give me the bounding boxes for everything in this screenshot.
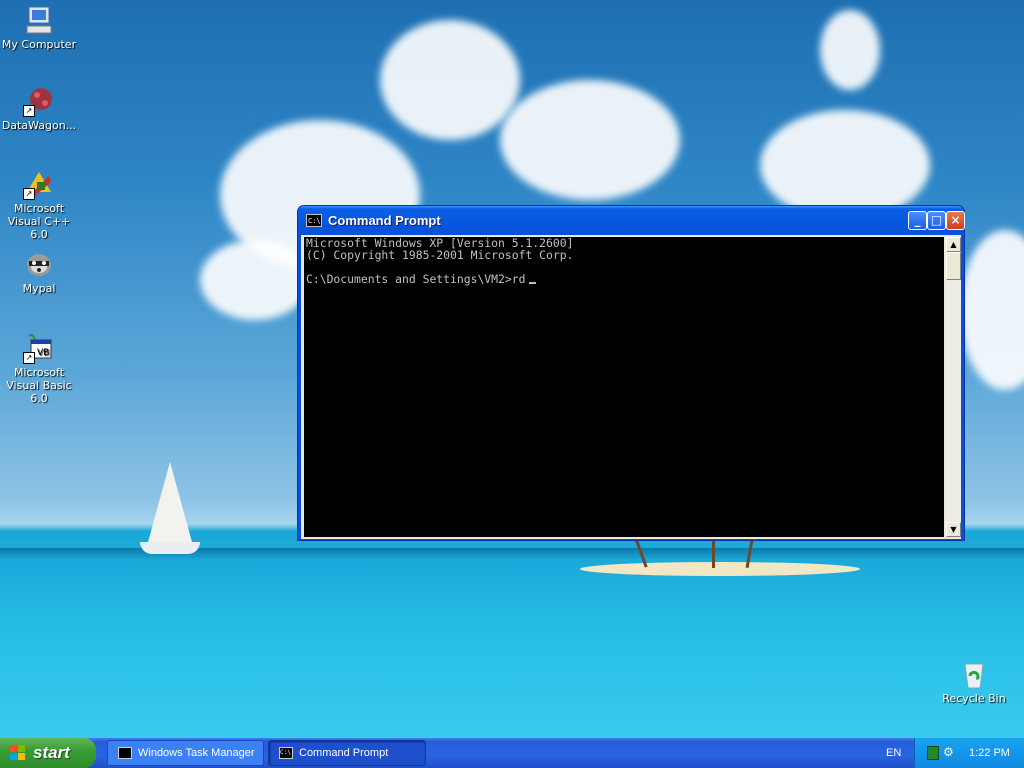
desktop-icon-datawagon[interactable]: ↗ DataWagon... xyxy=(0,85,79,132)
taskbar-item-label: Command Prompt xyxy=(299,747,389,759)
window-frame: Microsoft Windows XP [Version 5.1.2600] … xyxy=(301,235,961,539)
console-prompt-text: C:\Documents and Settings\VM2>rd xyxy=(306,272,526,286)
start-label: start xyxy=(33,743,70,762)
taskbar-item-task-manager[interactable]: Windows Task Manager xyxy=(107,740,264,766)
task-manager-icon xyxy=(118,747,132,759)
wallpaper-cloud xyxy=(960,230,1024,390)
palm-tree xyxy=(712,540,715,568)
desktop-icon-my-computer[interactable]: My Computer xyxy=(0,4,79,51)
desktop: My Computer ↗ DataWagon... ↗ Microsoft V… xyxy=(0,0,1024,738)
console-icon: C:\ xyxy=(306,214,322,227)
text-cursor xyxy=(529,282,537,284)
scroll-thumb[interactable] xyxy=(946,252,961,280)
command-prompt-window[interactable]: C:\ Command Prompt _ □ × Microsoft Windo… xyxy=(297,205,965,541)
shortcut-arrow-icon: ↗ xyxy=(23,352,35,364)
console-icon: C:\ xyxy=(279,747,293,759)
taskbar: start Windows Task Manager C:\ Command P… xyxy=(0,738,1024,768)
language-indicator[interactable]: EN xyxy=(886,747,901,759)
clock[interactable]: 1:22 PM xyxy=(969,747,1010,759)
scroll-down-arrow-icon[interactable]: ▼ xyxy=(946,522,961,537)
mypal-raccoon-icon xyxy=(23,248,55,280)
console-output[interactable]: Microsoft Windows XP [Version 5.1.2600] … xyxy=(304,237,944,537)
island xyxy=(580,562,860,576)
wallpaper-cloud xyxy=(500,80,680,200)
shortcut-arrow-icon: ↗ xyxy=(23,188,35,200)
window-titlebar[interactable]: C:\ Command Prompt _ □ × xyxy=(298,206,965,235)
system-tray: ⚙ 1:22 PM xyxy=(914,738,1024,768)
my-computer-icon xyxy=(23,4,55,36)
visual-basic-icon: VB ↗ xyxy=(23,332,55,364)
recycle-bin-icon xyxy=(958,658,990,690)
taskbar-item-label: Windows Task Manager xyxy=(138,747,255,759)
desktop-icon-label: My Computer xyxy=(1,38,77,51)
wallpaper-cloud xyxy=(820,10,880,90)
maximize-button[interactable]: □ xyxy=(927,211,946,230)
vertical-scrollbar[interactable]: ▲ ▼ xyxy=(946,237,961,537)
desktop-icon-visual-cpp[interactable]: ↗ Microsoft Visual C++ 6.0 xyxy=(0,168,79,241)
datawagon-icon: ↗ xyxy=(23,85,55,117)
sailboat-sail xyxy=(148,462,192,542)
desktop-icon-recycle-bin[interactable]: Recycle Bin xyxy=(934,658,1014,705)
wallpaper-cloud xyxy=(200,240,310,320)
wallpaper-cloud xyxy=(760,110,930,220)
desktop-icon-label: Mypal xyxy=(22,282,56,295)
desktop-icon-label: DataWagon... xyxy=(1,119,77,132)
taskbar-item-command-prompt[interactable]: C:\ Command Prompt xyxy=(268,740,426,766)
desktop-icon-label: Recycle Bin xyxy=(942,692,1006,705)
console-line: (C) Copyright 1985-2001 Microsoft Corp. xyxy=(306,248,574,262)
desktop-icon-visual-basic[interactable]: VB ↗ Microsoft Visual Basic 6.0 xyxy=(0,332,79,405)
desktop-icon-label: Microsoft Visual Basic 6.0 xyxy=(6,366,72,405)
wallpaper-cloud xyxy=(380,20,520,140)
desktop-icon-mypal[interactable]: Mypal xyxy=(0,248,79,295)
sailboat-hull xyxy=(140,542,200,554)
shortcut-arrow-icon: ↗ xyxy=(23,105,35,117)
svg-text:VB: VB xyxy=(37,348,49,358)
close-button[interactable]: × xyxy=(946,211,965,230)
visual-cpp-icon: ↗ xyxy=(23,168,55,200)
desktop-icon-label: Microsoft Visual C++ 6.0 xyxy=(7,202,71,241)
window-title: Command Prompt xyxy=(328,213,441,228)
tray-network-icon[interactable] xyxy=(927,746,939,760)
scroll-up-arrow-icon[interactable]: ▲ xyxy=(946,237,961,252)
sea xyxy=(0,560,1024,738)
start-button[interactable]: start xyxy=(0,738,96,768)
minimize-button[interactable]: _ xyxy=(908,211,927,230)
console-prompt-line: C:\Documents and Settings\VM2>rd xyxy=(304,273,944,285)
tray-safely-remove-icon[interactable]: ⚙ xyxy=(943,745,957,759)
windows-flag-icon xyxy=(10,745,26,761)
